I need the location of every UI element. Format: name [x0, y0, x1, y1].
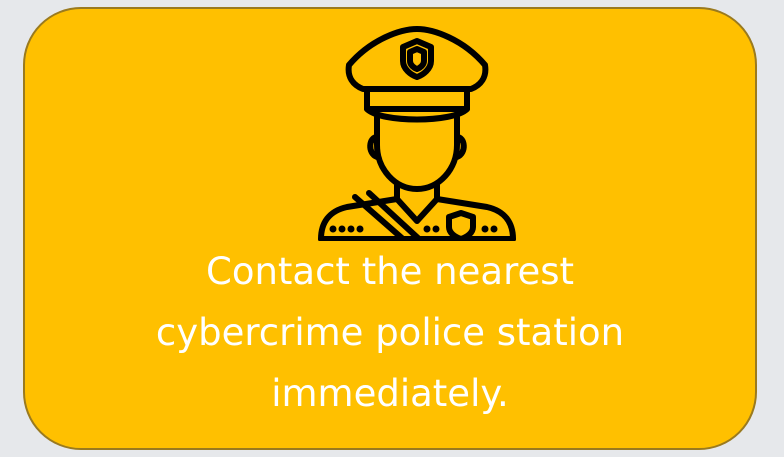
message-line-1: Contact the nearest: [205, 250, 575, 293]
police-officer-icon: [318, 26, 516, 241]
message-line-3: immediately.: [271, 372, 509, 415]
alert-message: Contact the nearest cybercrime police st…: [25, 241, 755, 424]
alert-card: Contact the nearest cybercrime police st…: [23, 7, 757, 450]
message-line-2: cybercrime police station: [155, 311, 625, 354]
